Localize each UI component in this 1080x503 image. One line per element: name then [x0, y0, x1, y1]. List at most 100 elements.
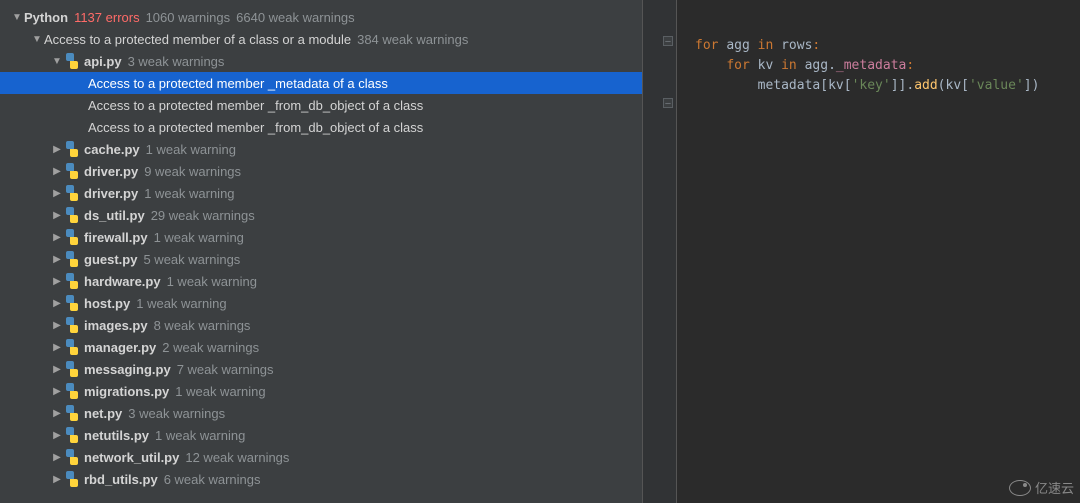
chevron-right-icon[interactable]: [50, 254, 64, 265]
fold-marker-icon[interactable]: −: [663, 98, 673, 108]
file-name: guest.py: [84, 252, 137, 267]
file-weak-count: 9 weak warnings: [144, 164, 241, 179]
file-name: messaging.py: [84, 362, 171, 377]
file-row[interactable]: network_util.py12 weak warnings: [0, 446, 642, 468]
chevron-right-icon[interactable]: [50, 276, 64, 287]
python-file-icon: [64, 53, 80, 69]
file-weak-count: 29 weak warnings: [151, 208, 255, 223]
file-name: network_util.py: [84, 450, 179, 465]
code-line: for agg in rows:: [695, 36, 1080, 56]
issue-text: Access to a protected member _metadata o…: [88, 76, 388, 91]
python-file-icon: [64, 141, 80, 157]
file-name: host.py: [84, 296, 130, 311]
file-name: ds_util.py: [84, 208, 145, 223]
file-row[interactable]: messaging.py 7 weak warnings: [0, 358, 642, 380]
python-file-icon: [64, 207, 80, 223]
file-row[interactable]: netutils.py 1 weak warning: [0, 424, 642, 446]
file-row[interactable]: driver.py 9 weak warnings: [0, 160, 642, 182]
chevron-right-icon[interactable]: [50, 144, 64, 155]
file-row[interactable]: ds_util.py 29 weak warnings: [0, 204, 642, 226]
file-name: migrations.py: [84, 384, 169, 399]
file-row[interactable]: net.py 3 weak warnings: [0, 402, 642, 424]
chevron-right-icon[interactable]: [50, 474, 64, 485]
file-name: netutils.py: [84, 428, 149, 443]
file-weak-count: 7 weak warnings: [177, 362, 274, 377]
chevron-right-icon[interactable]: [50, 364, 64, 375]
fold-marker-icon[interactable]: −: [663, 36, 673, 46]
chevron-right-icon[interactable]: [50, 342, 64, 353]
python-file-icon: [64, 229, 80, 245]
file-name: driver.py: [84, 164, 138, 179]
chevron-right-icon[interactable]: [50, 430, 64, 441]
python-file-icon: [64, 405, 80, 421]
inspection-results-panel: Python 1137 errors 1060 warnings 6640 we…: [0, 0, 642, 503]
file-weak-count: 2 weak warnings: [162, 340, 259, 355]
file-row[interactable]: host.py 1 weak warning: [0, 292, 642, 314]
file-name: driver.py: [84, 186, 138, 201]
code-editor[interactable]: for agg in rows: for kv in agg._metadata…: [677, 0, 1080, 503]
file-row-api[interactable]: api.py 3 weak warnings: [0, 50, 642, 72]
chevron-down-icon[interactable]: [10, 12, 24, 23]
file-name: firewall.py: [84, 230, 148, 245]
chevron-right-icon[interactable]: [50, 320, 64, 331]
chevron-right-icon[interactable]: [50, 188, 64, 199]
code-line: for kv in agg._metadata:: [695, 56, 1080, 76]
file-list-container: cache.py 1 weak warning driver.py 9 weak wa…: [0, 138, 642, 490]
file-name: hardware.py: [84, 274, 161, 289]
chevron-down-icon[interactable]: [30, 34, 44, 45]
file-weak-count: 1 weak warning: [155, 428, 245, 443]
issue-row[interactable]: Access to a protected member _from_db_ob…: [0, 94, 642, 116]
code-preview-panel: − − for agg in rows: for kv in agg._meta…: [642, 0, 1080, 503]
chevron-right-icon[interactable]: [50, 408, 64, 419]
issue-row[interactable]: Access to a protected member _from_db_ob…: [0, 116, 642, 138]
group-weak-count: 384 weak warnings: [357, 32, 468, 47]
issue-text: Access to a protected member _from_db_ob…: [88, 120, 423, 135]
python-file-icon: [64, 383, 80, 399]
file-row[interactable]: manager.py 2 weak warnings: [0, 336, 642, 358]
file-weak-count: 3 weak warnings: [128, 54, 225, 69]
file-name: manager.py: [84, 340, 156, 355]
inspection-group-row[interactable]: Access to a protected member of a class …: [0, 28, 642, 50]
file-row[interactable]: migrations.py 1 weak warning: [0, 380, 642, 402]
file-weak-count: 1 weak warning: [167, 274, 257, 289]
warning-count: 1060 warnings: [146, 10, 231, 25]
chevron-right-icon[interactable]: [50, 232, 64, 243]
file-name: cache.py: [84, 142, 140, 157]
file-name: net.py: [84, 406, 122, 421]
file-row[interactable]: rbd_utils.py6 weak warnings: [0, 468, 642, 490]
file-row[interactable]: images.py8 weak warnings: [0, 314, 642, 336]
chevron-right-icon[interactable]: [50, 298, 64, 309]
python-file-icon: [64, 471, 80, 487]
file-weak-count: 1 weak warning: [175, 384, 265, 399]
file-weak-count: 5 weak warnings: [143, 252, 240, 267]
python-file-icon: [64, 339, 80, 355]
python-file-icon: [64, 427, 80, 443]
chevron-right-icon[interactable]: [50, 386, 64, 397]
python-file-icon: [64, 361, 80, 377]
file-weak-count: 3 weak warnings: [128, 406, 225, 421]
file-row[interactable]: cache.py 1 weak warning: [0, 138, 642, 160]
file-weak-count: 1 weak warning: [154, 230, 244, 245]
chevron-right-icon[interactable]: [50, 210, 64, 221]
issue-row[interactable]: Access to a protected member _metadata o…: [0, 72, 642, 94]
code-line: metadata[kv['key']].add(kv['value']): [695, 76, 1080, 96]
python-file-icon: [64, 163, 80, 179]
weak-warning-count: 6640 weak warnings: [236, 10, 355, 25]
file-row[interactable]: driver.py1 weak warning: [0, 182, 642, 204]
chevron-down-icon[interactable]: [50, 56, 64, 67]
file-row[interactable]: firewall.py 1 weak warning: [0, 226, 642, 248]
python-file-icon: [64, 273, 80, 289]
file-row[interactable]: guest.py 5 weak warnings: [0, 248, 642, 270]
language-label: Python: [24, 10, 68, 25]
file-name: rbd_utils.py: [84, 472, 158, 487]
chevron-right-icon[interactable]: [50, 166, 64, 177]
chevron-right-icon[interactable]: [50, 452, 64, 463]
watermark: 亿速云: [1009, 478, 1074, 497]
file-row[interactable]: hardware.py 1 weak warning: [0, 270, 642, 292]
inspection-root-row[interactable]: Python 1137 errors 1060 warnings 6640 we…: [0, 6, 642, 28]
file-weak-count: 1 weak warning: [146, 142, 236, 157]
file-name: images.py: [84, 318, 148, 333]
file-weak-count: 1 weak warning: [136, 296, 226, 311]
group-title: Access to a protected member of a class …: [44, 32, 351, 47]
error-count: 1137 errors: [74, 10, 140, 25]
